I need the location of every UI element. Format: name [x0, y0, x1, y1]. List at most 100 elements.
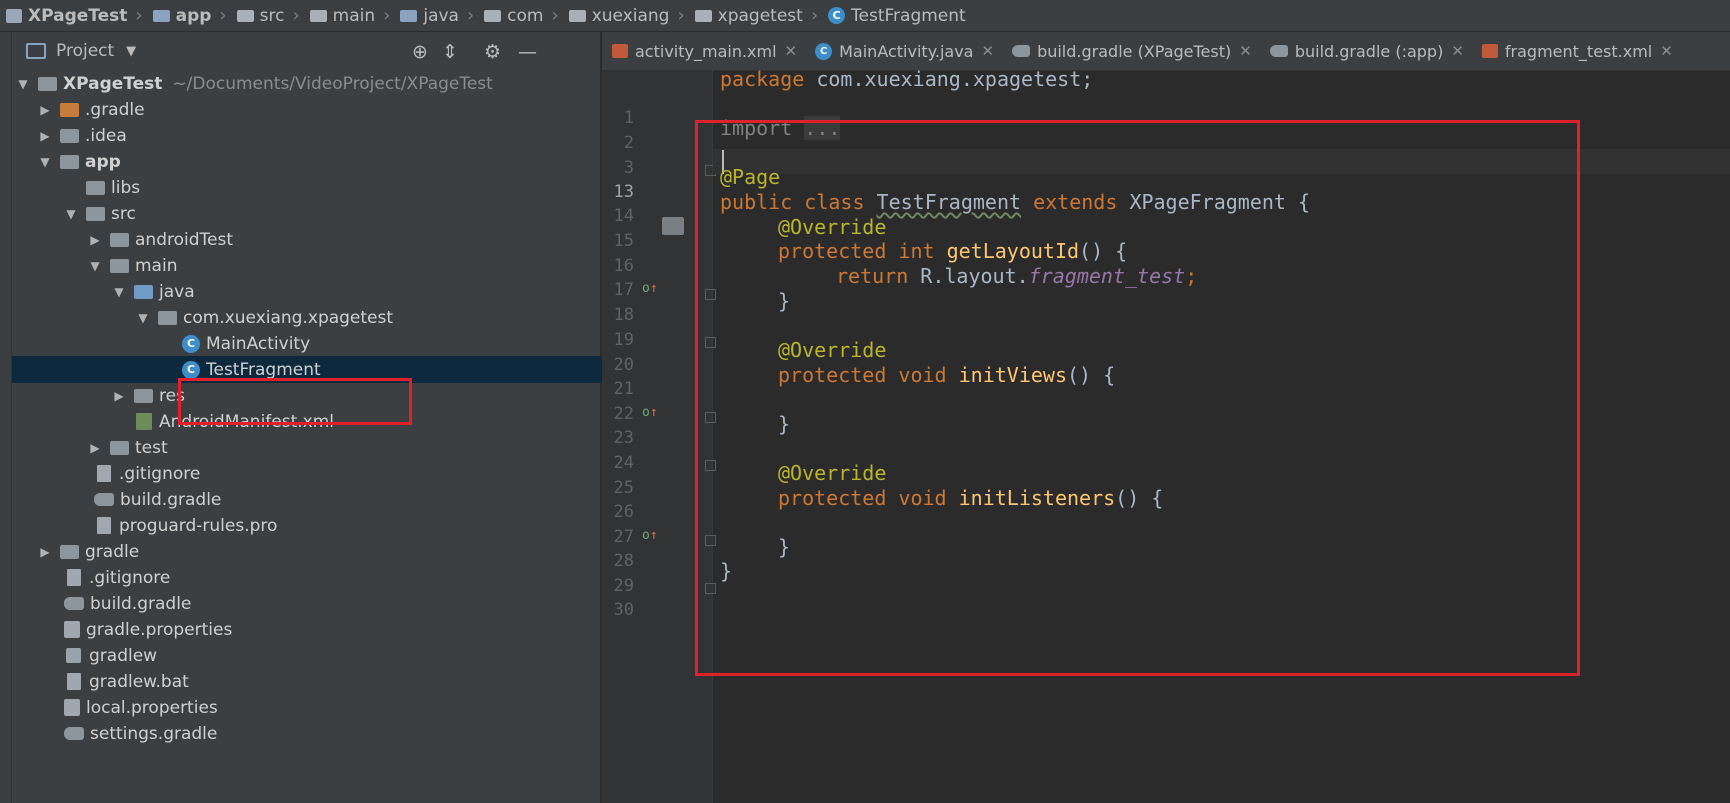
- tree-item-test[interactable]: ▶ test: [12, 434, 676, 461]
- class-icon: C: [182, 360, 200, 379]
- project-panel: Project ▼ ⊕ ⇕ ⚙ — ▼ XPageTest ~/Documents/…: [12, 32, 770, 803]
- tree-item-local-properties[interactable]: local.properties: [12, 694, 652, 721]
- breadcrumb-item-project[interactable]: XPageTest: [0, 6, 129, 26]
- module-folder-icon: [152, 9, 170, 22]
- tree-item-root[interactable]: ▼ XPageTest ~/Documents/VideoProject/XPage…: [12, 70, 604, 97]
- package-icon: [158, 310, 177, 325]
- class-icon: C: [182, 334, 200, 353]
- tree-item-libs[interactable]: libs: [12, 174, 652, 201]
- tree-item-java[interactable]: ▼ java: [12, 278, 700, 305]
- folder-icon: [236, 9, 254, 22]
- properties-file-icon: [64, 621, 80, 638]
- tree-item-androidtest[interactable]: ▶ androidTest: [12, 226, 676, 253]
- properties-file-icon: [64, 699, 80, 716]
- highlight-box-code: [695, 120, 1580, 676]
- dropdown-arrow-icon[interactable]: ▼: [126, 44, 136, 59]
- breadcrumb-item-src[interactable]: src: [231, 6, 287, 26]
- tree-item-gradle[interactable]: ▶ gradle: [12, 538, 626, 565]
- folder-icon: [110, 440, 129, 455]
- source-folder-icon: [134, 284, 153, 299]
- chevron-right-icon: ›: [551, 5, 559, 26]
- text-file-icon: [97, 517, 111, 534]
- locate-icon[interactable]: ⊕: [412, 41, 428, 63]
- collapse-arrow-icon[interactable]: ▶: [38, 129, 52, 143]
- gear-icon[interactable]: ⚙: [484, 41, 501, 63]
- tree-item-gradle-dir[interactable]: ▶ .gradle: [12, 96, 626, 123]
- breadcrumb-item-app[interactable]: app: [147, 6, 214, 26]
- expand-arrow-icon[interactable]: ▼: [64, 207, 78, 221]
- tree-item-app[interactable]: ▼ app: [12, 148, 626, 175]
- breadcrumb-item-main[interactable]: main: [304, 6, 377, 26]
- module-folder-icon: [60, 154, 79, 169]
- chevron-right-icon: ›: [292, 5, 300, 26]
- folder-icon: [110, 258, 129, 273]
- hide-panel-icon[interactable]: —: [518, 41, 537, 63]
- package-icon: [484, 9, 502, 22]
- class-icon: C: [828, 7, 846, 24]
- left-tool-strip[interactable]: [0, 32, 12, 803]
- package-icon: [568, 9, 586, 22]
- gradle-file-icon: [64, 727, 84, 740]
- code-line-1: package com.xuexiang.xpagetest;: [720, 67, 1094, 91]
- tree-item-gradle-properties[interactable]: gradle.properties: [12, 616, 652, 643]
- gitignore-file-icon: [67, 569, 81, 586]
- collapse-arrow-icon[interactable]: ▶: [88, 233, 102, 247]
- xml-file-icon: [136, 413, 152, 430]
- chevron-right-icon: ›: [466, 5, 475, 26]
- gradle-file-icon: [94, 493, 114, 506]
- tree-item-settings-gradle[interactable]: settings.gradle: [12, 720, 652, 747]
- expand-arrow-icon[interactable]: ▼: [88, 259, 102, 273]
- collapse-arrow-icon[interactable]: ▶: [88, 441, 102, 455]
- folder-icon: [86, 206, 105, 221]
- tree-item-build-gradle[interactable]: build.gradle: [12, 590, 652, 617]
- tree-item-app-gitignore[interactable]: .gitignore: [12, 460, 682, 487]
- folder-icon: [60, 544, 79, 559]
- folder-icon: [60, 128, 79, 143]
- project-view-selector[interactable]: Project: [56, 41, 114, 61]
- expand-arrow-icon[interactable]: ▼: [16, 77, 30, 91]
- chevron-right-icon: ›: [383, 5, 391, 26]
- collapse-all-icon[interactable]: ⇕: [442, 41, 458, 63]
- breadcrumb: XPageTest › app › src › main › java › com › xu…: [0, 0, 1730, 32]
- project-panel-header: Project ▼ ⊕ ⇕ ⚙ —: [12, 32, 600, 70]
- text-file-icon: [67, 673, 81, 690]
- breadcrumb-item-xpagetest[interactable]: xpagetest: [689, 6, 805, 26]
- breadcrumb-item-testfragment[interactable]: C TestFragment: [822, 6, 968, 26]
- chevron-right-icon: ›: [677, 5, 685, 26]
- expand-arrow-icon[interactable]: ▼: [136, 311, 150, 325]
- tree-item-app-build-gradle[interactable]: build.gradle: [12, 486, 682, 513]
- tree-item-main[interactable]: ▼ main: [12, 252, 676, 279]
- tree-item-idea[interactable]: ▶ .idea: [12, 122, 626, 149]
- folder-icon: [86, 180, 105, 195]
- folder-icon: [60, 102, 79, 117]
- collapse-arrow-icon[interactable]: ▶: [38, 103, 52, 117]
- highlight-box-testfragment: [178, 378, 412, 425]
- gitignore-file-icon: [97, 465, 111, 482]
- tree-item-gradlew[interactable]: gradlew: [12, 642, 652, 669]
- chevron-right-icon: ›: [135, 5, 143, 26]
- package-icon: [694, 9, 712, 22]
- chevron-right-icon: ›: [810, 5, 819, 26]
- project-view-icon: [26, 43, 46, 59]
- expand-arrow-icon[interactable]: ▼: [112, 285, 126, 299]
- collapse-arrow-icon[interactable]: ▶: [38, 545, 52, 559]
- tree-item-gitignore[interactable]: .gitignore: [12, 564, 652, 591]
- shell-script-icon: [66, 648, 81, 663]
- breadcrumb-item-com[interactable]: com: [478, 6, 545, 26]
- breadcrumb-item-xuexiang[interactable]: xuexiang: [563, 6, 672, 26]
- breadcrumb-item-java[interactable]: java: [394, 6, 461, 26]
- folder-icon: [309, 9, 327, 22]
- chevron-right-icon: ›: [219, 5, 227, 26]
- expand-arrow-icon[interactable]: ▼: [38, 155, 52, 169]
- tree-item-proguard[interactable]: proguard-rules.pro: [12, 512, 682, 539]
- tree-item-gradlew-bat[interactable]: gradlew.bat: [12, 668, 652, 695]
- collapse-arrow-icon[interactable]: ▶: [112, 389, 126, 403]
- project-folder-icon: [38, 76, 57, 91]
- tree-item-src[interactable]: ▼ src: [12, 200, 652, 227]
- resources-folder-icon: [134, 388, 153, 403]
- editor: activity_main.xml ✕ C MainActivity.java ✕ b…: [602, 32, 1730, 803]
- source-folder-icon: [400, 9, 418, 22]
- project-icon: [6, 8, 22, 23]
- gradle-file-icon: [64, 597, 84, 610]
- folder-icon: [110, 232, 129, 247]
